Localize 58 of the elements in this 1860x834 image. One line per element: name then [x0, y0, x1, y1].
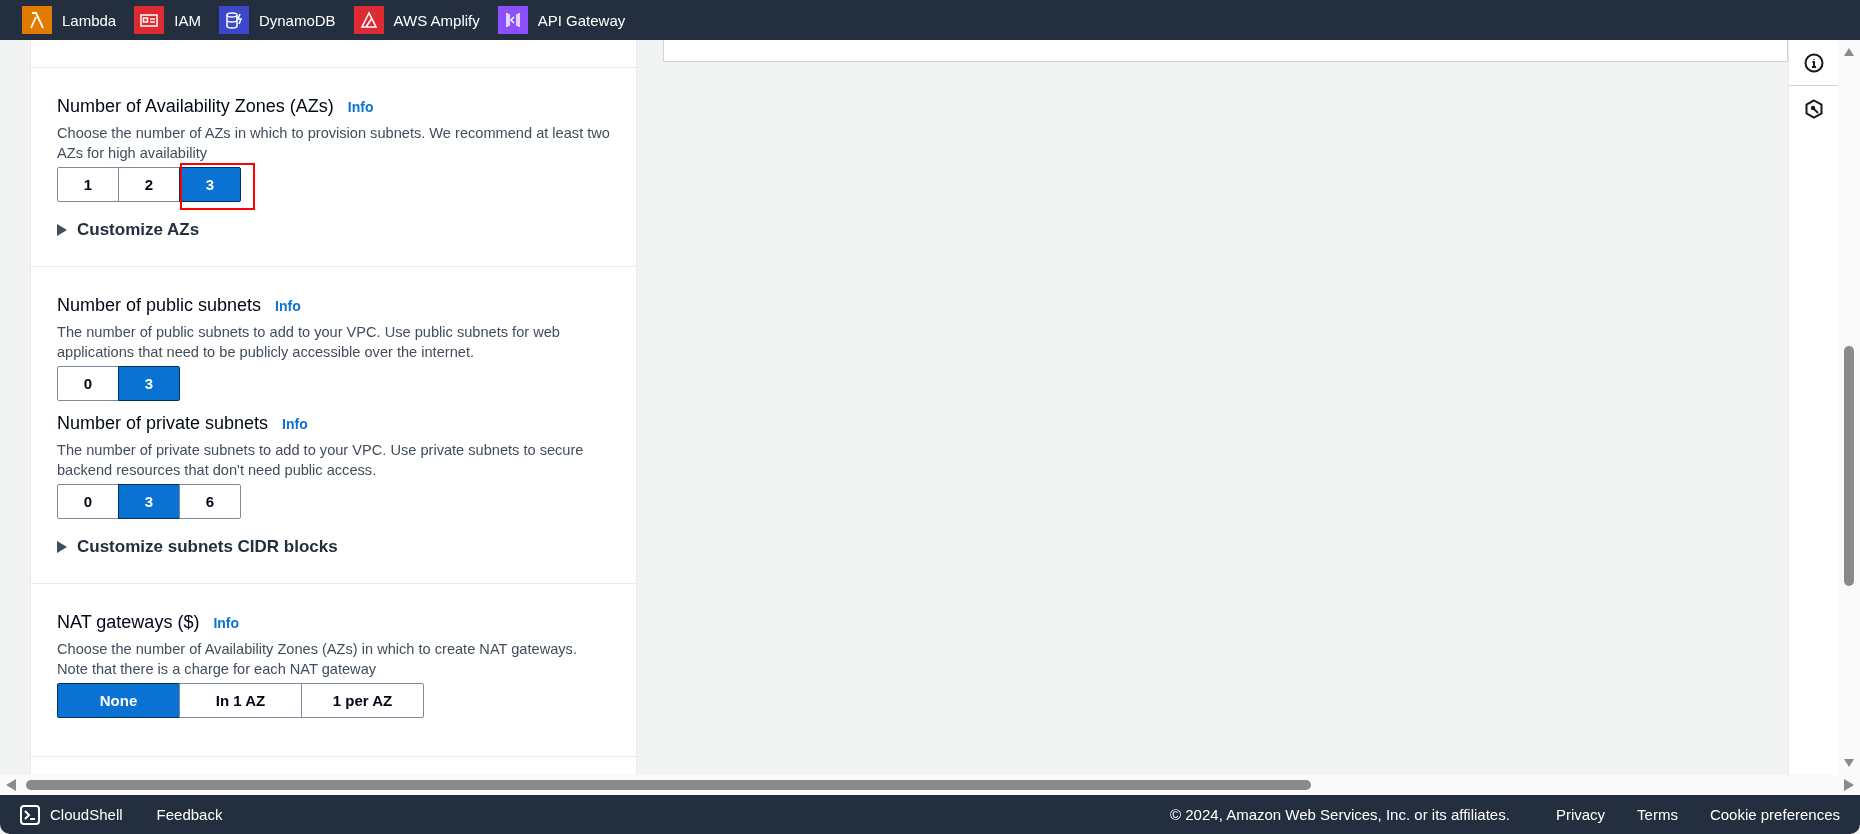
field-description: The number of public subnets to add to your VPC. Use public subnets for web applications that need to be publicly accessible over the internet.	[57, 323, 561, 362]
segment-option[interactable]: 0	[57, 484, 119, 519]
caret-icon	[57, 541, 67, 553]
scroll-up-icon[interactable]	[1844, 46, 1854, 58]
segment-option[interactable]: 3	[118, 366, 180, 401]
field-description: Choose the number of Availability Zones (AZs) in which to create NAT gateways. Note that there is a charge for each NAT gateway	[57, 640, 578, 679]
info-link[interactable]: Info	[275, 298, 301, 314]
service-icon	[218, 6, 249, 34]
info-link[interactable]: Info	[282, 416, 308, 432]
info-link[interactable]: Info	[347, 99, 374, 115]
segmented-control[interactable]: 1 2 3	[57, 167, 241, 202]
segment-option[interactable]: None	[57, 683, 180, 718]
footer-link[interactable]: Privacy	[1555, 806, 1606, 823]
scroll-thumb[interactable]	[26, 780, 1311, 790]
segmented-control[interactable]: 0 3	[57, 366, 180, 401]
segment-option[interactable]: 1 per AZ	[301, 683, 424, 718]
horizontal-scrollbar[interactable]	[0, 775, 1860, 795]
caret-icon	[57, 224, 67, 236]
segment-option[interactable]: 0	[57, 366, 119, 401]
field-title: Number of private subnets	[57, 413, 269, 434]
segment-option[interactable]: 3	[118, 484, 180, 519]
scroll-thumb[interactable]	[1844, 346, 1854, 586]
field-title: Number of Availability Zones (AZs)	[57, 96, 334, 117]
segment-option[interactable]: 2	[118, 167, 180, 202]
field-description: Choose the number of AZs in which to provision subnets. We recommend at least two AZs for high availability	[57, 124, 610, 163]
footer-link[interactable]: Terms	[1637, 806, 1678, 823]
copyright-text: © 2024, Amazon Web Services, Inc. or its affiliates.	[1170, 806, 1510, 823]
service-shortcut[interactable]: AWS Amplify	[353, 6, 480, 34]
field-title: NAT gateways ($)	[57, 612, 200, 633]
info-icon	[1803, 52, 1824, 73]
footer-link[interactable]: Cookie preferences	[1709, 806, 1840, 823]
field-description: The number of private subnets to add to your VPC. Use private subnets to secure backend resources that don't need public access.	[57, 441, 585, 480]
expander-toggle[interactable]: Customize subnets CIDR blocks	[57, 537, 338, 557]
segment-option[interactable]: 1	[57, 167, 119, 202]
scroll-down-icon[interactable]	[1844, 757, 1854, 769]
service-shortcut[interactable]: API Gateway	[497, 6, 626, 34]
segment-option[interactable]: 6	[179, 484, 241, 519]
segmented-control[interactable]: None In 1 AZ 1 per AZ	[57, 683, 424, 718]
service-shortcut[interactable]: IAM	[134, 6, 201, 34]
service-icon	[134, 6, 165, 34]
terminal-icon	[20, 804, 40, 825]
segment-option[interactable]: 3	[179, 167, 241, 202]
service-icon	[22, 6, 52, 34]
service-icon	[353, 6, 384, 34]
info-link[interactable]: Info	[213, 615, 240, 631]
expander-toggle[interactable]: Customize AZs	[57, 220, 200, 240]
vertical-scrollbar[interactable]	[1838, 40, 1860, 775]
service-icon	[497, 6, 528, 34]
hexagon-icon	[1803, 98, 1824, 119]
feedback-link[interactable]: Feedback	[156, 806, 223, 823]
service-shortcut[interactable]: Lambda	[22, 6, 117, 34]
cloudshell-button[interactable]: CloudShell	[20, 804, 123, 825]
segmented-control[interactable]: 0 3 6	[57, 484, 241, 519]
scroll-right-icon[interactable]	[1844, 779, 1854, 791]
field-title: Number of public subnets	[57, 295, 262, 316]
scroll-left-icon[interactable]	[6, 779, 16, 791]
service-shortcut[interactable]: DynamoDB	[218, 6, 336, 34]
segment-option[interactable]: In 1 AZ	[179, 683, 302, 718]
